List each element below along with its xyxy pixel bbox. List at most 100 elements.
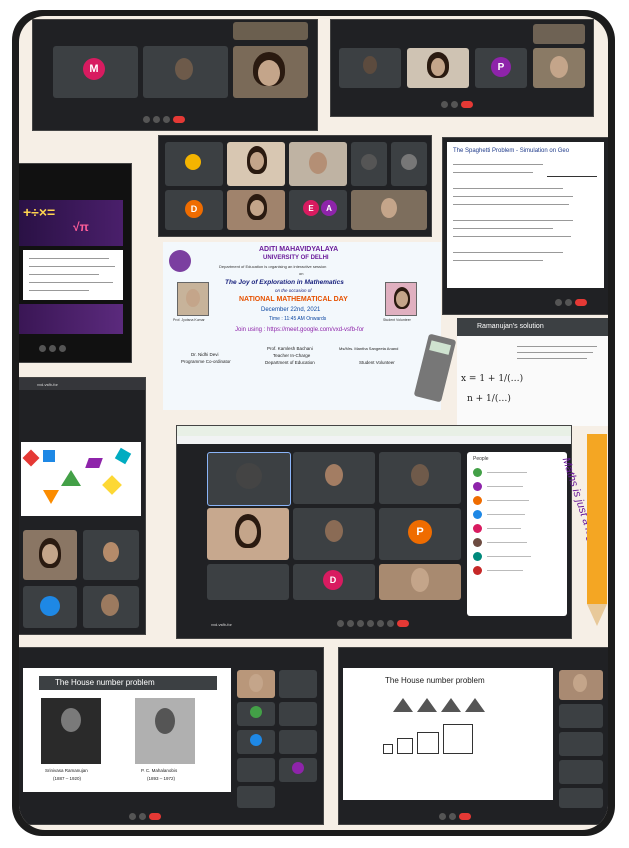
text-line bbox=[29, 274, 99, 275]
meeting-controls[interactable] bbox=[439, 812, 471, 821]
on-text: on bbox=[299, 271, 304, 276]
people-header: People bbox=[473, 456, 489, 462]
meeting-controls[interactable] bbox=[129, 812, 161, 821]
meet-window-top-right: P bbox=[331, 20, 593, 116]
continued-fraction: x = 1 + 1/(…) bbox=[461, 374, 524, 384]
participant-tile: D bbox=[293, 564, 375, 600]
participant-tile bbox=[237, 702, 275, 726]
present-button[interactable] bbox=[377, 620, 384, 627]
participant-video bbox=[573, 674, 587, 692]
end-call-button[interactable] bbox=[575, 299, 587, 306]
text-line bbox=[453, 236, 571, 237]
text-line bbox=[29, 282, 113, 283]
tangram-shape bbox=[102, 475, 122, 495]
end-call-button[interactable] bbox=[173, 116, 185, 123]
slide-title: The Spaghetti Problem - Simulation on Ge… bbox=[453, 148, 570, 154]
camera-button[interactable] bbox=[565, 299, 572, 306]
text-line bbox=[453, 252, 563, 253]
participant-tile bbox=[165, 142, 223, 186]
meeting-controls[interactable] bbox=[143, 115, 185, 124]
meet-window-main: P D People vxd-vsfb-for bbox=[177, 426, 571, 638]
participant-tile bbox=[233, 46, 308, 98]
coordinator-role: Programme Co-ordinator bbox=[181, 359, 231, 364]
meet-window-center: D E A bbox=[159, 136, 431, 236]
person-name bbox=[487, 472, 527, 473]
mic-button[interactable] bbox=[143, 116, 150, 123]
person-avatar bbox=[473, 524, 482, 533]
square-figure bbox=[397, 738, 413, 754]
recent-button[interactable] bbox=[59, 345, 66, 352]
participant-tile bbox=[207, 452, 291, 506]
triangle-figure bbox=[417, 698, 437, 712]
mic-button[interactable] bbox=[129, 813, 136, 820]
volunteer-photo bbox=[385, 282, 417, 316]
meeting-controls[interactable] bbox=[441, 100, 473, 109]
meeting-controls[interactable] bbox=[555, 298, 587, 307]
participant-tile: D bbox=[165, 190, 223, 230]
participant-avatar: P bbox=[408, 520, 432, 544]
camera-button[interactable] bbox=[449, 813, 456, 820]
end-call-button[interactable] bbox=[397, 620, 409, 627]
tangram-shape bbox=[22, 449, 40, 467]
portrait-caption: Srinivasa Ramanujan bbox=[45, 768, 88, 773]
participant-avatar bbox=[401, 154, 417, 170]
participant-tile bbox=[289, 142, 347, 186]
join-link[interactable]: Join using : https://meet.google.com/vxd… bbox=[235, 327, 364, 333]
person-name bbox=[487, 542, 527, 543]
mic-button[interactable] bbox=[555, 299, 562, 306]
volunteer-caption: Student Volunteer bbox=[383, 318, 411, 322]
participant-face bbox=[258, 60, 280, 86]
text-line bbox=[453, 196, 573, 197]
present-button[interactable] bbox=[163, 116, 170, 123]
speaker-photo bbox=[177, 282, 209, 316]
more-button[interactable] bbox=[387, 620, 394, 627]
raise-hand-button[interactable] bbox=[367, 620, 374, 627]
people-panel: People bbox=[467, 452, 567, 616]
camera-button[interactable] bbox=[139, 813, 146, 820]
participant-tile bbox=[351, 190, 427, 230]
text-line bbox=[453, 172, 533, 173]
end-call-button[interactable] bbox=[459, 813, 471, 820]
meet-url[interactable]: vxd-vsfb-for bbox=[37, 382, 58, 387]
end-call-button[interactable] bbox=[461, 101, 473, 108]
participant-video bbox=[411, 568, 429, 592]
person-avatar bbox=[473, 538, 482, 547]
camera-button[interactable] bbox=[347, 620, 354, 627]
participant-video bbox=[249, 674, 263, 692]
slide-title: Ramanujan's solution bbox=[477, 323, 544, 330]
person-name bbox=[487, 570, 523, 571]
captions-button[interactable] bbox=[357, 620, 364, 627]
participant-tile: P bbox=[379, 508, 461, 560]
person-avatar bbox=[473, 566, 482, 575]
participant-avatar bbox=[185, 154, 201, 170]
continued-fraction: n + 1/(…) bbox=[467, 394, 511, 404]
participant-tile bbox=[533, 24, 585, 44]
text-line bbox=[517, 358, 587, 359]
back-button[interactable] bbox=[39, 345, 46, 352]
participant-tile: M bbox=[53, 46, 138, 98]
participant-tile: P bbox=[475, 48, 527, 88]
mic-button[interactable] bbox=[441, 101, 448, 108]
participant-avatar bbox=[250, 734, 262, 746]
meeting-controls[interactable] bbox=[337, 619, 409, 628]
house-slide-left: The House number problem Srinivasa Raman… bbox=[23, 668, 231, 792]
participant-avatar bbox=[250, 706, 262, 718]
text-line bbox=[453, 228, 553, 229]
participant-face bbox=[42, 544, 58, 564]
camera-button[interactable] bbox=[451, 101, 458, 108]
mic-button[interactable] bbox=[337, 620, 344, 627]
mic-button[interactable] bbox=[439, 813, 446, 820]
math-wallpaper: +÷×= √π bbox=[19, 200, 123, 246]
camera-button[interactable] bbox=[153, 116, 160, 123]
participant-tile bbox=[23, 586, 77, 628]
square-figure bbox=[417, 732, 439, 754]
end-call-button[interactable] bbox=[149, 813, 161, 820]
pencil-image bbox=[587, 434, 607, 604]
meet-window-top-left: M bbox=[33, 20, 317, 130]
person-avatar bbox=[473, 510, 482, 519]
phone-nav-bar[interactable] bbox=[39, 344, 66, 353]
person-name bbox=[487, 528, 521, 529]
home-button[interactable] bbox=[49, 345, 56, 352]
square-figure bbox=[443, 724, 473, 754]
mahalanobis-portrait bbox=[135, 698, 195, 764]
